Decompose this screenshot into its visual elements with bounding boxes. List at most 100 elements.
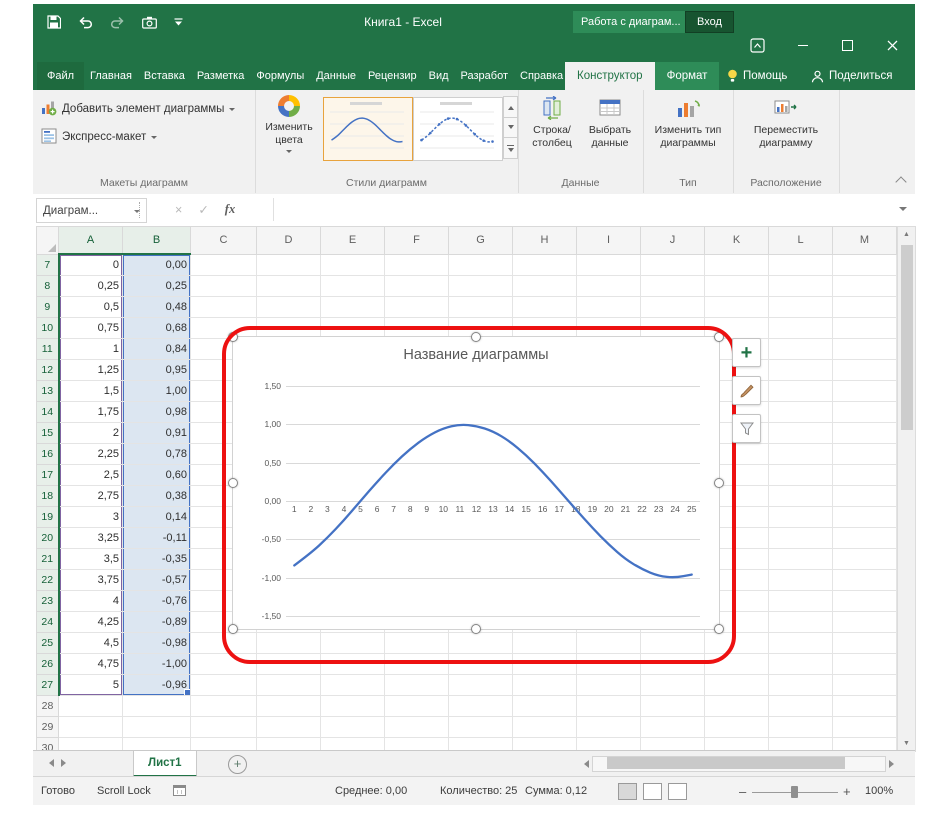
cell-B7[interactable]: 0,00: [122, 254, 191, 276]
row-header-26[interactable]: 26: [36, 653, 60, 675]
tab-formulas[interactable]: Формулы: [250, 62, 310, 90]
cell-M9[interactable]: [832, 296, 897, 318]
chart-title[interactable]: Название диаграммы: [233, 347, 719, 363]
cell-K27[interactable]: [704, 674, 769, 696]
cell-A26[interactable]: 4,75: [58, 653, 123, 675]
cell-M27[interactable]: [832, 674, 897, 696]
vertical-scroll-thumb[interactable]: [900, 245, 913, 430]
cell-E8[interactable]: [320, 275, 385, 297]
cell-L14[interactable]: [768, 401, 833, 423]
cell-D29[interactable]: [256, 716, 321, 738]
cell-K25[interactable]: [704, 632, 769, 654]
cell-L17[interactable]: [768, 464, 833, 486]
cell-M14[interactable]: [832, 401, 897, 423]
cell-A19[interactable]: 3: [58, 506, 123, 528]
sheet-nav-left-icon[interactable]: [45, 759, 54, 767]
cell-F29[interactable]: [384, 716, 449, 738]
row-header-16[interactable]: 16: [36, 443, 60, 465]
sheet-nav-right-icon[interactable]: [61, 759, 70, 767]
chart-resize-handle[interactable]: [228, 624, 238, 634]
cell-M22[interactable]: [832, 569, 897, 591]
chart-resize-handle[interactable]: [714, 478, 724, 488]
column-header-K[interactable]: K: [704, 226, 769, 255]
tab-data[interactable]: Данные: [310, 62, 362, 90]
cell-H29[interactable]: [512, 716, 577, 738]
status-average[interactable]: Среднее: 0,00: [335, 785, 407, 797]
cell-A24[interactable]: 4,25: [58, 611, 123, 633]
cell-J28[interactable]: [640, 695, 705, 717]
close-icon[interactable]: [870, 30, 915, 60]
switch-row-column-button[interactable]: Строка/столбец: [524, 95, 580, 149]
formula-bar-expand-icon[interactable]: [899, 207, 907, 215]
cell-L20[interactable]: [768, 527, 833, 549]
cell-A10[interactable]: 0,75: [58, 317, 123, 339]
cell-D27[interactable]: [256, 674, 321, 696]
column-header-M[interactable]: M: [832, 226, 897, 255]
cell-L25[interactable]: [768, 632, 833, 654]
zoom-level[interactable]: 100%: [865, 785, 893, 797]
cell-A16[interactable]: 2,25: [58, 443, 123, 465]
cell-D28[interactable]: [256, 695, 321, 717]
cell-A8[interactable]: 0,25: [58, 275, 123, 297]
column-header-C[interactable]: C: [190, 226, 257, 255]
cell-G25[interactable]: [448, 632, 513, 654]
cell-C29[interactable]: [190, 716, 257, 738]
cell-A20[interactable]: 3,25: [58, 527, 123, 549]
cell-A28[interactable]: [58, 695, 123, 717]
row-header-25[interactable]: 25: [36, 632, 60, 654]
ribbon-display-options-icon[interactable]: [735, 30, 780, 60]
chart-resize-handle[interactable]: [228, 478, 238, 488]
tab-home[interactable]: Главная: [84, 62, 138, 90]
undo-icon[interactable]: [78, 16, 93, 29]
cell-E9[interactable]: [320, 296, 385, 318]
column-header-A[interactable]: A: [58, 226, 123, 255]
cell-G27[interactable]: [448, 674, 513, 696]
cell-J9[interactable]: [640, 296, 705, 318]
cell-J26[interactable]: [640, 653, 705, 675]
row-header-15[interactable]: 15: [36, 422, 60, 444]
column-header-B[interactable]: B: [122, 226, 191, 255]
chart-resize-handle[interactable]: [714, 332, 724, 342]
zoom-slider[interactable]: [752, 785, 838, 799]
chart-resize-handle[interactable]: [714, 624, 724, 634]
cell-B9[interactable]: 0,48: [122, 296, 191, 318]
cell-G7[interactable]: [448, 254, 513, 276]
cell-E29[interactable]: [320, 716, 385, 738]
cell-G29[interactable]: [448, 716, 513, 738]
row-header-11[interactable]: 11: [36, 338, 60, 360]
cell-A18[interactable]: 2,75: [58, 485, 123, 507]
cell-B8[interactable]: 0,25: [122, 275, 191, 297]
tab-developer[interactable]: Разработ: [455, 62, 514, 90]
cell-A14[interactable]: 1,75: [58, 401, 123, 423]
cell-L19[interactable]: [768, 506, 833, 528]
cell-H7[interactable]: [512, 254, 577, 276]
cell-H25[interactable]: [512, 632, 577, 654]
cell-I7[interactable]: [576, 254, 641, 276]
cell-F25[interactable]: [384, 632, 449, 654]
cell-C26[interactable]: [190, 653, 257, 675]
cell-F26[interactable]: [384, 653, 449, 675]
cell-J7[interactable]: [640, 254, 705, 276]
scroll-down-icon[interactable]: ▼: [903, 736, 910, 751]
cell-I28[interactable]: [576, 695, 641, 717]
view-page-break-button[interactable]: [668, 783, 687, 800]
row-header-22[interactable]: 22: [36, 569, 60, 591]
cell-L26[interactable]: [768, 653, 833, 675]
column-header-F[interactable]: F: [384, 226, 449, 255]
cell-E25[interactable]: [320, 632, 385, 654]
row-header-20[interactable]: 20: [36, 527, 60, 549]
gallery-more-icon[interactable]: [503, 137, 518, 160]
tab-insert[interactable]: Вставка: [138, 62, 191, 90]
cell-H27[interactable]: [512, 674, 577, 696]
chart-styles-button[interactable]: [732, 376, 761, 405]
status-sum[interactable]: Сумма: 0,12: [525, 785, 587, 797]
cell-K26[interactable]: [704, 653, 769, 675]
cell-B15[interactable]: 0,91: [122, 422, 191, 444]
cell-B18[interactable]: 0,38: [122, 485, 191, 507]
horizontal-scrollbar[interactable]: [580, 756, 898, 772]
cell-L27[interactable]: [768, 674, 833, 696]
cell-K28[interactable]: [704, 695, 769, 717]
view-page-layout-button[interactable]: [643, 783, 662, 800]
cell-A9[interactable]: 0,5: [58, 296, 123, 318]
row-header-21[interactable]: 21: [36, 548, 60, 570]
